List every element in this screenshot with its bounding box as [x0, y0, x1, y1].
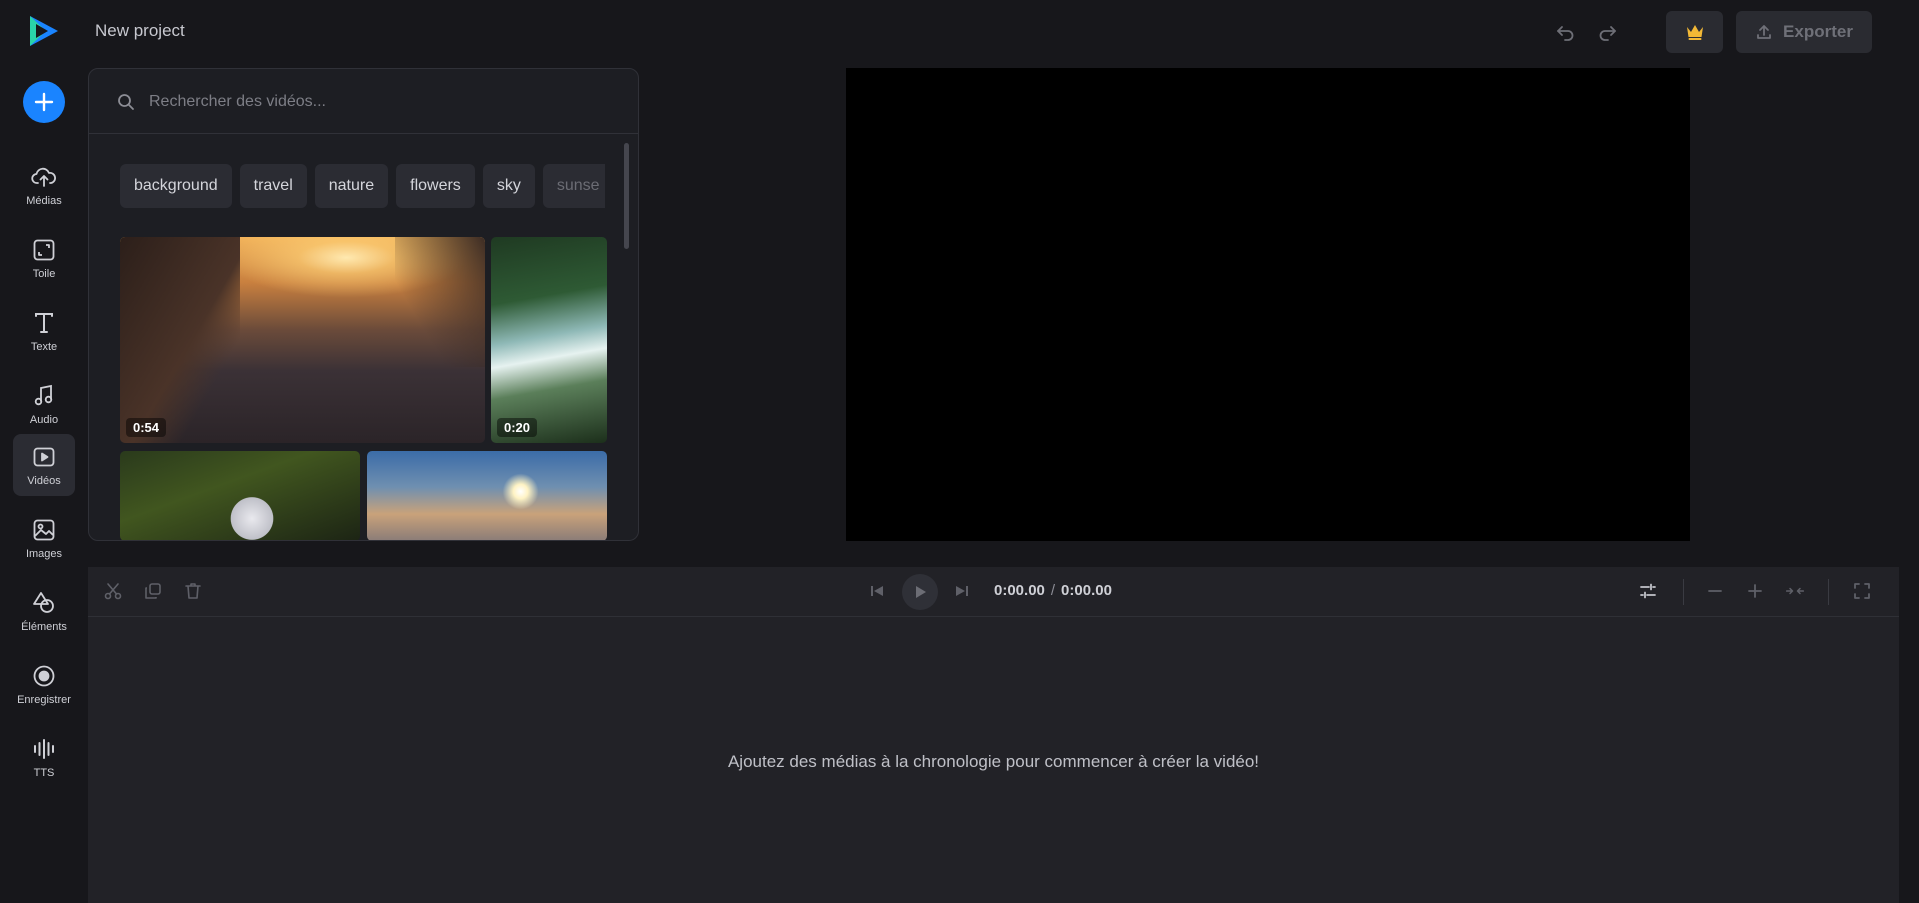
sidebar-item-label: Toile: [32, 267, 56, 280]
video-preview-canvas[interactable]: [846, 68, 1690, 541]
record-icon: [33, 665, 55, 686]
add-button[interactable]: [23, 81, 65, 123]
upload-icon: [1757, 25, 1771, 39]
toolbar-divider: [1683, 579, 1684, 605]
undo-icon[interactable]: [1553, 20, 1577, 44]
music-note-icon: [34, 384, 53, 405]
tag-chip-row: background travel nature flowers sky sunse: [120, 164, 605, 208]
adjust-sliders-icon[interactable]: [1638, 581, 1658, 601]
skip-forward-icon[interactable]: [952, 581, 972, 601]
video-duration: 0:54: [126, 418, 167, 437]
app-logo-icon[interactable]: [26, 13, 62, 49]
project-title[interactable]: New project: [95, 21, 185, 41]
search-bar: [89, 69, 638, 134]
sidebar-item-label: Audio: [29, 413, 59, 426]
sidebar-item-label: Éléments: [21, 620, 67, 633]
video-thumbnail[interactable]: 0:54: [120, 237, 485, 443]
video-thumbnail[interactable]: 0:20: [491, 237, 607, 443]
tag-chip[interactable]: background: [120, 164, 232, 208]
fullscreen-icon[interactable]: [1852, 581, 1872, 601]
search-input[interactable]: [147, 83, 611, 121]
tag-chip[interactable]: sunse: [542, 164, 605, 208]
duplicate-icon[interactable]: [143, 581, 163, 601]
current-time: 0:00.00: [994, 582, 1045, 599]
video-library-panel: backgroundtravelnatureflowersskysunse 0:…: [88, 68, 639, 541]
tag-chip[interactable]: travel: [239, 164, 307, 208]
sidebar-item-label: Enregistrer: [17, 693, 71, 706]
time-display: 0:00.00 / 0:00.00: [994, 582, 1112, 599]
sidebar-item-enregistrer[interactable]: Enregistrer: [13, 653, 75, 715]
sidebar-item-label: Médias: [26, 194, 62, 207]
tag-chip[interactable]: sky: [482, 164, 535, 208]
skip-back-icon[interactable]: [867, 581, 887, 601]
search-icon: [118, 94, 134, 110]
sidebar-item-tts[interactable]: TTS: [13, 726, 75, 788]
timeline-toolbar: 0:00.00 / 0:00.00: [88, 567, 1899, 617]
fit-timeline-icon[interactable]: [1785, 581, 1805, 601]
left-rail: Médias Toile Texte Audio Vidéos Images É…: [0, 0, 88, 903]
video-thumbnail[interactable]: [120, 451, 360, 540]
sidebar-item-audio[interactable]: Audio: [13, 373, 75, 435]
thumbnail-image: [120, 237, 240, 443]
image-icon: [33, 519, 55, 540]
plus-icon: [34, 92, 54, 112]
tag-chip[interactable]: flowers: [396, 164, 475, 208]
redo-icon[interactable]: [1596, 20, 1620, 44]
sidebar-item-label: Images: [25, 547, 63, 560]
timeline: 0:00.00 / 0:00.00 Ajoutez des médias à la …: [88, 567, 1899, 903]
video-play-icon: [33, 447, 55, 466]
sidebar-item-label: Texte: [30, 340, 58, 353]
crown-icon: [1686, 25, 1703, 40]
sidebar-item-medias[interactable]: Médias: [13, 154, 75, 216]
cut-icon[interactable]: [103, 581, 123, 601]
panel-scrollbar[interactable]: [624, 143, 629, 249]
sidebar-item-videos[interactable]: Vidéos: [13, 434, 75, 496]
upload-cloud-icon: [31, 167, 56, 187]
sidebar-item-elements[interactable]: Éléments: [13, 580, 75, 642]
zoom-out-icon[interactable]: [1705, 581, 1725, 601]
shapes-icon: [33, 591, 54, 613]
time-separator: /: [1050, 582, 1056, 599]
play-button[interactable]: [902, 574, 938, 610]
sidebar-item-texte[interactable]: Texte: [13, 300, 75, 362]
export-label: Exporter: [1783, 22, 1853, 41]
sidebar-item-toile[interactable]: Toile: [13, 227, 75, 289]
timeline-empty-message: Ajoutez des médias à la chronologie pour…: [727, 752, 1260, 771]
play-icon: [916, 586, 926, 598]
total-time: 0:00.00: [1061, 582, 1112, 599]
tag-chip[interactable]: nature: [314, 164, 389, 208]
delete-icon[interactable]: [183, 581, 203, 601]
export-button[interactable]: Exporter: [1736, 11, 1872, 53]
zoom-in-icon[interactable]: [1745, 581, 1765, 601]
sidebar-item-label: Vidéos: [27, 474, 61, 487]
toolbar-divider: [1828, 579, 1829, 605]
waveform-icon: [34, 738, 54, 759]
premium-button[interactable]: [1666, 11, 1723, 53]
sidebar-item-images[interactable]: Images: [13, 507, 75, 569]
video-thumbnail[interactable]: [367, 451, 607, 540]
sidebar-item-label: TTS: [33, 766, 55, 779]
text-icon: [35, 312, 53, 333]
video-duration: 0:20: [497, 418, 538, 437]
thumbnail-image: [395, 237, 485, 367]
canvas-icon: [33, 239, 55, 260]
